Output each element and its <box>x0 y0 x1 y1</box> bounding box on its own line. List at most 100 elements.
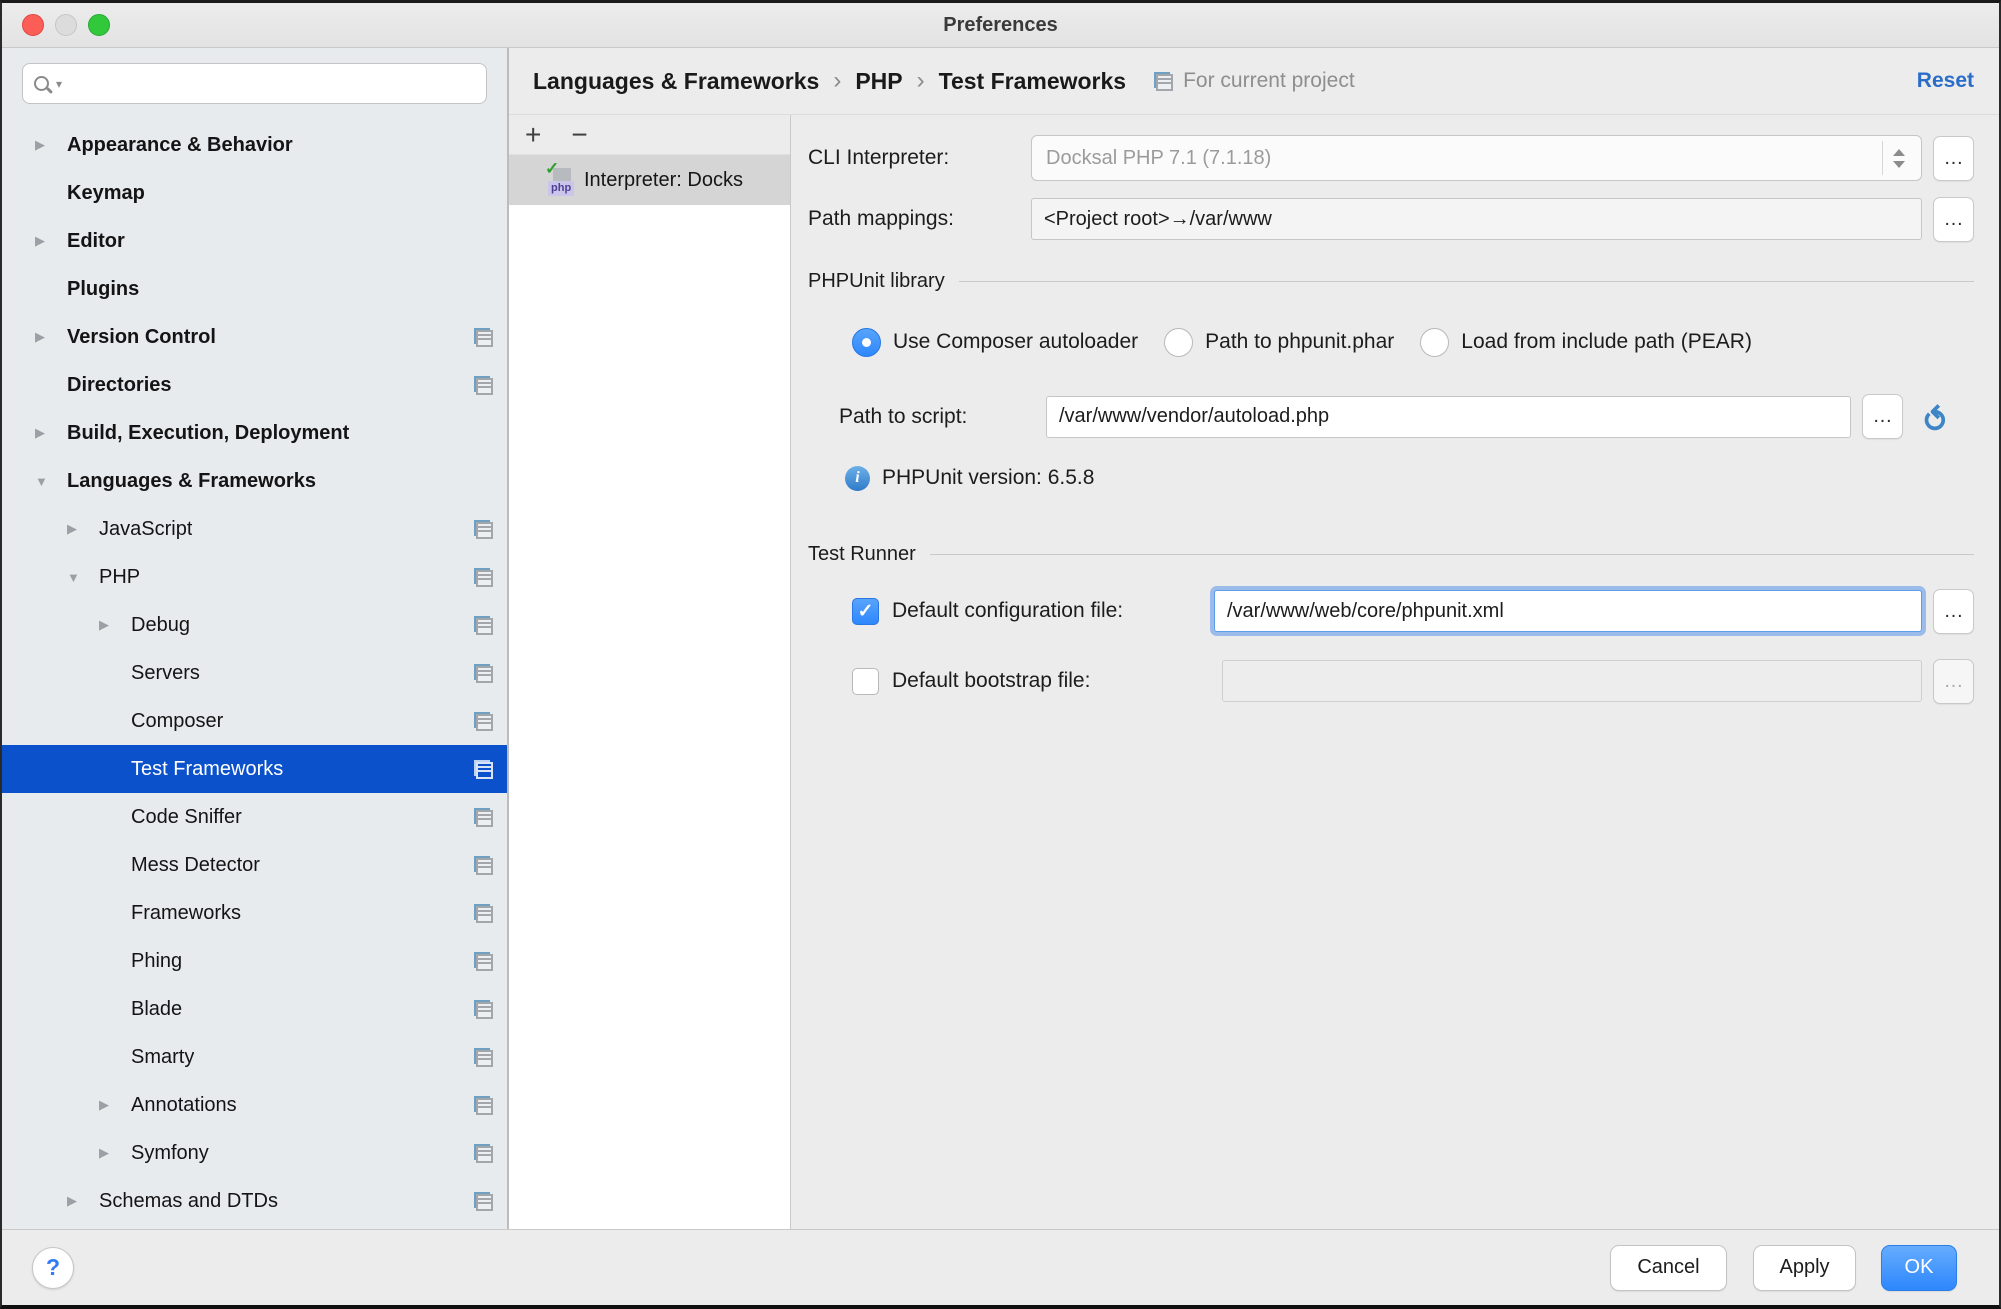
search-options-caret-icon[interactable]: ▾ <box>56 78 62 90</box>
reset-link[interactable]: Reset <box>1917 69 1974 93</box>
breadcrumb-languages-frameworks[interactable]: Languages & Frameworks <box>533 68 819 95</box>
sidebar-item-symfony[interactable]: ▶Symfony <box>2 1129 507 1177</box>
chevron-right-icon[interactable]: ▶ <box>35 233 67 249</box>
sidebar-item-code-sniffer[interactable]: Code Sniffer <box>2 793 507 841</box>
default-configuration-file-label[interactable]: Default configuration file: <box>892 599 1214 623</box>
project-scope-icon <box>474 328 493 347</box>
sidebar-item-version-control[interactable]: ▶Version Control <box>2 313 507 361</box>
phpunit-library-section: PHPUnit library <box>808 268 1974 294</box>
cli-interpreter-browse-button[interactable]: … <box>1933 136 1974 181</box>
sidebar-item-directories[interactable]: Directories <box>2 361 507 409</box>
chevron-right-icon[interactable]: ▶ <box>99 617 131 633</box>
sidebar-item-annotations[interactable]: ▶Annotations <box>2 1081 507 1129</box>
check-badge-icon: ✓ <box>545 159 559 179</box>
project-scope-icon <box>474 952 493 971</box>
refresh-icon[interactable]: ⟲ <box>1918 403 1950 430</box>
sidebar-item-label: Plugins <box>67 278 139 301</box>
chevron-right-icon[interactable]: ▶ <box>35 137 67 153</box>
phpunit-version-row: i PHPUnit version: 6.5.8 <box>845 463 1974 493</box>
default-bootstrap-browse-button[interactable]: … <box>1933 659 1974 704</box>
project-scope-icon <box>474 616 493 635</box>
sidebar-item-schemas-and-dtds[interactable]: ▶Schemas and DTDs <box>2 1177 507 1225</box>
settings-sidebar: ▾ ▶Appearance & BehaviorKeymap▶EditorPlu… <box>2 48 509 1229</box>
sidebar-item-composer[interactable]: Composer <box>2 697 507 745</box>
sidebar-item-appearance-behavior[interactable]: ▶Appearance & Behavior <box>2 121 507 169</box>
stepper-icon[interactable] <box>1882 141 1915 175</box>
sidebar-item-php[interactable]: ▼PHP <box>2 553 507 601</box>
interpreter-list-item[interactable]: ✓ php Interpreter: Docks <box>509 155 790 205</box>
apply-button[interactable]: Apply <box>1753 1245 1856 1291</box>
breadcrumb-test-frameworks[interactable]: Test Frameworks <box>939 68 1126 95</box>
help-button[interactable]: ? <box>32 1247 74 1289</box>
sidebar-item-label: Schemas and DTDs <box>99 1190 278 1213</box>
sidebar-item-mess-detector[interactable]: Mess Detector <box>2 841 507 889</box>
sidebar-item-label: Test Frameworks <box>131 758 283 781</box>
default-bootstrap-file-checkbox[interactable] <box>852 668 879 695</box>
radio-path-to-phpunit-phar[interactable] <box>1164 328 1193 357</box>
search-icon <box>33 74 53 94</box>
project-scope-icon <box>474 520 493 539</box>
cli-interpreter-select[interactable]: Docksal PHP 7.1 (7.1.18) <box>1031 135 1922 181</box>
sidebar-item-label: Editor <box>67 230 125 253</box>
sidebar-item-phing[interactable]: Phing <box>2 937 507 985</box>
sidebar-item-smarty[interactable]: Smarty <box>2 1033 507 1081</box>
zoom-window-button[interactable] <box>88 14 110 36</box>
radio-label[interactable]: Use Composer autoloader <box>893 330 1138 354</box>
window-title: Preferences <box>943 14 1058 37</box>
chevron-right-icon[interactable]: ▶ <box>67 521 99 537</box>
cli-interpreter-label: CLI Interpreter: <box>808 146 1031 170</box>
chevron-down-icon[interactable]: ▼ <box>67 570 99 585</box>
chevron-right-icon[interactable]: ▶ <box>99 1097 131 1113</box>
radio-use-composer-autoloader[interactable] <box>852 328 881 357</box>
ok-button[interactable]: OK <box>1881 1245 1957 1291</box>
project-scope-icon <box>474 1192 493 1211</box>
radio-load-from-include-path[interactable] <box>1420 328 1449 357</box>
sidebar-item-label: Blade <box>131 998 182 1021</box>
sidebar-item-keymap[interactable]: Keymap <box>2 169 507 217</box>
title-bar: Preferences <box>2 3 1999 48</box>
search-box[interactable]: ▾ <box>22 63 487 104</box>
sidebar-item-build-execution-deployment[interactable]: ▶Build, Execution, Deployment <box>2 409 507 457</box>
default-configuration-file-checkbox[interactable]: ✓ <box>852 598 879 625</box>
phpunit-library-section-label: PHPUnit library <box>808 270 945 293</box>
remove-interpreter-button[interactable]: − <box>571 121 587 149</box>
sidebar-item-editor[interactable]: ▶Editor <box>2 217 507 265</box>
default-bootstrap-file-input[interactable] <box>1222 660 1922 702</box>
path-mappings-field[interactable]: <Project root>→/var/www <box>1031 198 1922 240</box>
path-to-script-label: Path to script: <box>839 405 1046 429</box>
sidebar-item-servers[interactable]: Servers <box>2 649 507 697</box>
project-scope-icon <box>474 712 493 731</box>
sidebar-item-label: Build, Execution, Deployment <box>67 422 349 445</box>
sidebar-item-label: Languages & Frameworks <box>67 470 316 493</box>
sidebar-item-languages-frameworks[interactable]: ▼Languages & Frameworks <box>2 457 507 505</box>
sidebar-item-javascript[interactable]: ▶JavaScript <box>2 505 507 553</box>
cancel-button[interactable]: Cancel <box>1610 1245 1727 1291</box>
sidebar-item-debug[interactable]: ▶Debug <box>2 601 507 649</box>
settings-tree: ▶Appearance & BehaviorKeymap▶EditorPlugi… <box>2 118 507 1229</box>
close-window-button[interactable] <box>22 14 44 36</box>
chevron-right-icon[interactable]: ▶ <box>99 1145 131 1161</box>
breadcrumb-php[interactable]: PHP <box>855 68 902 95</box>
default-configuration-file-input[interactable] <box>1214 590 1922 632</box>
path-to-script-browse-button[interactable]: … <box>1862 394 1903 439</box>
radio-label[interactable]: Path to phpunit.phar <box>1205 330 1394 354</box>
sidebar-item-test-frameworks[interactable]: Test Frameworks <box>2 745 507 793</box>
phpunit-version-text: PHPUnit version: 6.5.8 <box>882 466 1094 490</box>
search-input[interactable] <box>65 73 476 95</box>
chevron-down-icon[interactable]: ▼ <box>35 474 67 489</box>
path-to-script-input[interactable] <box>1046 396 1851 438</box>
minimize-window-button[interactable] <box>55 14 77 36</box>
sidebar-item-plugins[interactable]: Plugins <box>2 265 507 313</box>
sidebar-item-label: Version Control <box>67 326 216 349</box>
default-bootstrap-file-label[interactable]: Default bootstrap file: <box>892 669 1222 693</box>
radio-label[interactable]: Load from include path (PEAR) <box>1461 330 1752 354</box>
default-configuration-browse-button[interactable]: … <box>1933 589 1974 634</box>
sidebar-item-frameworks[interactable]: Frameworks <box>2 889 507 937</box>
section-divider <box>959 281 1974 282</box>
path-mappings-browse-button[interactable]: … <box>1933 197 1974 242</box>
add-interpreter-button[interactable]: + <box>525 121 541 149</box>
chevron-right-icon[interactable]: ▶ <box>35 425 67 441</box>
chevron-right-icon[interactable]: ▶ <box>67 1193 99 1209</box>
chevron-right-icon[interactable]: ▶ <box>35 329 67 345</box>
sidebar-item-blade[interactable]: Blade <box>2 985 507 1033</box>
